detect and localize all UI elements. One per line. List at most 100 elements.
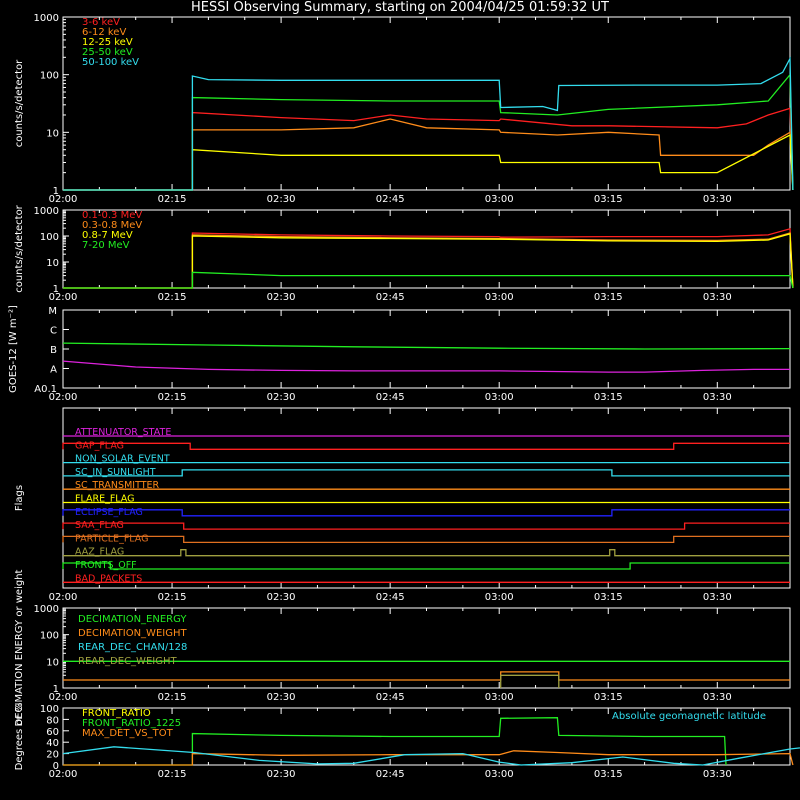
flag-line <box>63 549 790 557</box>
flag-label: PARTICLE_FLAG <box>75 533 148 544</box>
flag-attenuator-state: ATTENUATOR_STATE <box>63 427 790 438</box>
x-tick-label: 02:30 <box>267 692 296 703</box>
x-tick-label: 03:30 <box>703 392 732 403</box>
y-axis-label: GOES-12 [W m⁻²] <box>8 305 19 393</box>
legend-rear-dec-chan-128: REAR_DEC_CHAN/128 <box>78 642 187 653</box>
x-tick-label: 02:45 <box>376 194 405 205</box>
flag-non-solar-event: NON_SOLAR_EVENT <box>63 454 790 465</box>
x-tick-label: 03:00 <box>485 194 514 205</box>
legend-50-100-kev: 50-100 keV <box>82 57 139 68</box>
flag-eclipse-flag: ECLIPSE_FLAG <box>62 507 790 518</box>
x-tick-label: 03:15 <box>594 769 623 780</box>
flag-label: SC_IN_SUNLIGHT <box>75 467 156 478</box>
y-tick-label: 10 <box>46 258 59 269</box>
y-tick-label: 1000 <box>34 13 59 24</box>
x-tick-label: 02:15 <box>158 592 187 603</box>
flag-label: BAD_PACKETS <box>75 573 142 584</box>
x-tick-label: 03:30 <box>703 194 732 205</box>
x-tick-label: 03:30 <box>703 692 732 703</box>
flag-label: FLARE_FLAG <box>75 494 135 505</box>
series-0-8-7-mev <box>63 233 794 289</box>
y-tick-label: 10 <box>46 657 59 668</box>
y-tick-label: 1000 <box>34 206 59 217</box>
y-axis-label: Flags <box>14 485 25 511</box>
series-6-12-kev <box>63 118 794 191</box>
y-tick-label: 100 <box>40 232 59 243</box>
y-tick-label: M <box>48 306 57 317</box>
legend-rear-dec-weight: REAR_DEC_WEIGHT <box>78 656 177 667</box>
legend-decimation-energy: DECIMATION_ENERGY <box>78 614 187 625</box>
x-tick-label: 03:15 <box>594 194 623 205</box>
y-tick-label: A0.1 <box>34 384 57 395</box>
flag-line <box>62 562 790 570</box>
goes-series-1 <box>62 342 791 350</box>
x-tick-label: 02:30 <box>267 194 296 205</box>
x-tick-label: 03:00 <box>485 592 514 603</box>
x-tick-label: 02:45 <box>376 292 405 303</box>
y-tick-label: 100 <box>40 704 59 715</box>
x-tick-label: 02:30 <box>267 769 296 780</box>
y-tick-label: 1000 <box>34 604 59 615</box>
y-axis-label: Degrees or % <box>14 703 25 771</box>
y-tick-label: 60 <box>46 727 59 738</box>
flag-aaz-flag: AAZ_FLAG <box>63 547 790 558</box>
x-tick-label: 02:00 <box>49 592 78 603</box>
y-axis-label: counts/s/detector <box>14 59 25 147</box>
flag-label: GAP_FLAG <box>75 440 124 451</box>
panel-1-frame: 02:00 02:15 02:30 02:45 03:00 03:15 03:3011010… <box>34 13 791 205</box>
x-tick-label: 02:30 <box>267 592 296 603</box>
flag-saa-flag: SAA_FLAG <box>62 520 790 531</box>
flag-bad-packets: BAD_PACKETS <box>63 573 790 584</box>
x-tick-label: 03:30 <box>703 592 732 603</box>
x-tick-label: 02:30 <box>267 292 296 303</box>
series-3-6-kev <box>63 107 794 191</box>
flag-line <box>62 522 790 530</box>
y-tick-label: 100 <box>40 71 59 82</box>
y-tick-label: 1 <box>53 186 59 197</box>
x-tick-label: 02:45 <box>376 592 405 603</box>
x-tick-label: 03:00 <box>485 769 514 780</box>
annotation-geomagnetic-latitude: Absolute geomagnetic latitude <box>612 711 766 722</box>
x-tick-label: 02:15 <box>158 769 187 780</box>
flag-gap-flag: GAP_FLAG <box>62 440 790 451</box>
flag-label: ECLIPSE_FLAG <box>75 507 143 518</box>
flag-flare-flag: FLARE_FLAG <box>63 494 790 505</box>
y-tick-label: 40 <box>46 738 59 749</box>
flag-label: NON_SOLAR_EVENT <box>75 454 170 465</box>
x-tick-label: 03:15 <box>594 392 623 403</box>
x-tick-label: 03:15 <box>594 692 623 703</box>
y-axis-label: counts/s/detector <box>14 204 25 292</box>
flag-label: SAA_FLAG <box>75 520 124 531</box>
x-tick-label: 02:15 <box>158 392 187 403</box>
x-tick-label: 03:30 <box>703 292 732 303</box>
legend-decimation-weight: DECIMATION_WEIGHT <box>78 628 187 639</box>
y-tick-label: 20 <box>46 750 59 761</box>
goes-series-2 <box>62 360 790 373</box>
x-tick-label: 02:30 <box>267 392 296 403</box>
x-tick-label: 02:15 <box>158 292 187 303</box>
series-decimation-weight <box>63 671 790 681</box>
y-tick-label: 10 <box>46 128 59 139</box>
y-tick-label: 0 <box>53 761 59 772</box>
y-tick-label: 1 <box>53 684 59 695</box>
panel-border <box>62 209 791 289</box>
series-50-100-kev <box>63 56 794 191</box>
flag-sc-in-sunlight: SC_IN_SUNLIGHT <box>63 467 790 478</box>
flag-particle-flag: PARTICLE_FLAG <box>62 533 790 544</box>
flag-line <box>62 442 790 450</box>
y-tick-label: C <box>50 326 57 337</box>
flag-line <box>63 469 790 477</box>
x-tick-label: 02:45 <box>376 692 405 703</box>
y-tick-label: B <box>50 345 57 356</box>
x-tick-label: 02:45 <box>376 392 405 403</box>
y-tick-label: 100 <box>40 631 59 642</box>
y-tick-label: A <box>50 365 57 376</box>
flag-line <box>62 535 790 544</box>
series-12-25-kev <box>63 133 794 191</box>
x-tick-label: 03:00 <box>485 692 514 703</box>
x-tick-label: 03:00 <box>485 392 514 403</box>
flag-fronts-off: FRONTS_OFF <box>62 560 790 571</box>
y-tick-label: 80 <box>46 715 59 726</box>
legend-max-det-vs-tot: MAX_DET_VS_TOT <box>82 728 174 739</box>
panel-border <box>62 16 791 191</box>
